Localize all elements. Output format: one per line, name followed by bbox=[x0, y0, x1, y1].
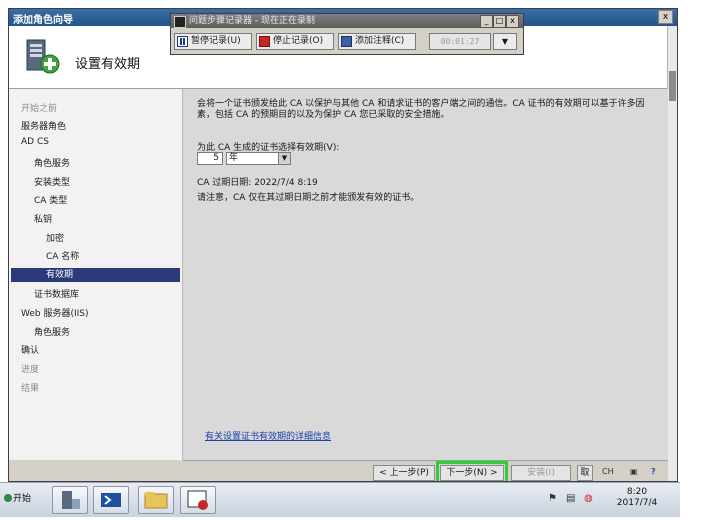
taskbar-powershell[interactable] bbox=[93, 486, 129, 514]
nav-item-ca-name[interactable]: CA 名称 bbox=[46, 249, 79, 262]
nav-item-progress: 进度 bbox=[21, 365, 40, 375]
minimize-icon[interactable]: _ bbox=[480, 15, 493, 28]
recorder-app-icon bbox=[174, 16, 186, 28]
wizard-steps-sidebar: 开始之前 服务器角色 AD CS 角色服务 安装类型 CA 类型 私钥 加密 C… bbox=[9, 89, 183, 460]
wizard-window-title: 添加角色向导 bbox=[13, 15, 73, 26]
stop-record-label: 停止记录(O) bbox=[273, 36, 324, 46]
nav-item-ca-type[interactable]: CA 类型 bbox=[34, 193, 67, 206]
scrollbar-thumb[interactable] bbox=[669, 71, 676, 101]
help-icon[interactable]: ? bbox=[651, 467, 656, 476]
nav-item-private-key[interactable]: 私钥 bbox=[34, 212, 52, 225]
expiry-note: 请注意，CA 仅在其过期日期之前才能颁发有效的证书。 bbox=[197, 193, 420, 203]
next-button[interactable]: 下一步(N) > bbox=[436, 461, 508, 481]
nav-item-role-services[interactable]: 角色服务 bbox=[34, 156, 70, 169]
recorder-menu-dropdown[interactable]: ▼ bbox=[493, 33, 517, 50]
recording-timer: 00:01:27 bbox=[429, 33, 491, 50]
taskbar-explorer[interactable] bbox=[138, 486, 174, 514]
nav-item-server-roles[interactable]: 服务器角色 bbox=[21, 119, 66, 132]
install-button: 安装(I) bbox=[511, 465, 571, 481]
server-role-icon bbox=[26, 39, 60, 74]
windows-logo-icon bbox=[4, 494, 12, 502]
folder-icon bbox=[144, 492, 168, 509]
validity-period-input[interactable]: 5 bbox=[197, 152, 223, 165]
vertical-scrollbar[interactable] bbox=[667, 26, 677, 481]
maximize-icon[interactable]: □ bbox=[493, 15, 506, 28]
pause-icon bbox=[177, 36, 188, 47]
stop-record-button[interactable]: 停止记录(O) bbox=[256, 33, 334, 50]
cancel-button[interactable]: 取消 bbox=[577, 465, 593, 481]
wizard-button-bar: < 上一步(P) 下一步(N) > 安装(I) 取消 CH ▣ ? bbox=[183, 460, 668, 481]
nav-item-results: 结果 bbox=[21, 384, 40, 394]
wizard-content-panel: 会将一个证书颁发给此 CA 以保护与其他 CA 和请求证书的客户端之间的通信。C… bbox=[183, 89, 668, 460]
nav-item-web-server-iis[interactable]: Web 服务器(IIS) bbox=[21, 306, 89, 319]
nav-item-setup-type[interactable]: 安装类型 bbox=[34, 175, 70, 188]
start-button[interactable]: 开始 bbox=[3, 488, 43, 510]
nav-item-cryptography[interactable]: 加密 bbox=[46, 231, 64, 244]
close-icon[interactable]: x bbox=[506, 15, 519, 28]
taskbar-server-manager[interactable] bbox=[52, 486, 88, 514]
taskbar: 开始 ⚑ ▤ ◍ 8:20 2017/7/4 bbox=[0, 482, 680, 517]
wizard-close-button[interactable]: x bbox=[658, 10, 673, 24]
flag-icon[interactable]: ⚑ bbox=[548, 493, 557, 504]
volume-muted-icon[interactable]: ◍ bbox=[584, 493, 593, 504]
ca-expiry-date: CA 过期日期: 2022/7/4 8:19 bbox=[197, 178, 318, 188]
system-tray: ⚑ ▤ ◍ 8:20 2017/7/4 bbox=[542, 486, 670, 514]
nav-item-confirmation[interactable]: 确认 bbox=[21, 343, 39, 356]
page-title: 设置有效期 bbox=[75, 57, 141, 72]
clock-date: 2017/7/4 bbox=[616, 498, 658, 508]
nav-item-validity-period[interactable]: 有效期 bbox=[11, 268, 180, 282]
nav-item-certificate-database[interactable]: 证书数据库 bbox=[34, 287, 79, 300]
nav-item-iis-role-services[interactable]: 角色服务 bbox=[34, 325, 70, 338]
nav-item-ad-cs[interactable]: AD CS bbox=[21, 137, 49, 147]
start-label: 开始 bbox=[13, 494, 32, 504]
add-roles-wizard-window: 添加角色向导 x 设置有效期 开始之前 服务器角色 AD CS 角色服务 安装类… bbox=[8, 8, 678, 482]
nav-item-before-you-begin[interactable]: 开始之前 bbox=[21, 101, 57, 114]
comment-icon bbox=[341, 36, 352, 47]
validity-help-link[interactable]: 有关设置证书有效期的详细信息 bbox=[205, 429, 331, 442]
recorder-title: 问题步骤记录器 - 现在正在录制 bbox=[189, 16, 315, 26]
add-comment-button[interactable]: 添加注释(C) bbox=[338, 33, 416, 50]
stop-icon bbox=[259, 36, 270, 47]
screen: 添加角色向导 x 设置有效期 开始之前 服务器角色 AD CS 角色服务 安装类… bbox=[0, 0, 703, 520]
problem-steps-recorder-window: 问题步骤记录器 - 现在正在录制 _ □ x 暂停记录(U) 停止记录(O) 添… bbox=[170, 13, 524, 55]
previous-button[interactable]: < 上一步(P) bbox=[373, 465, 435, 481]
validity-unit-select[interactable]: 年 ▼ bbox=[226, 152, 291, 165]
printer-icon[interactable]: ▣ bbox=[630, 467, 638, 476]
validity-description: 会将一个证书颁发给此 CA 以保护与其他 CA 和请求证书的客户端之间的通信。C… bbox=[197, 99, 645, 120]
taskbar-steps-recorder[interactable] bbox=[180, 486, 216, 514]
system-clock[interactable]: 8:20 2017/7/4 bbox=[612, 487, 662, 509]
pause-record-button[interactable]: 暂停记录(U) bbox=[174, 33, 252, 50]
powershell-icon bbox=[101, 493, 121, 507]
validity-unit-value: 年 bbox=[229, 153, 239, 163]
network-icon[interactable]: ▤ bbox=[566, 493, 575, 504]
server-manager-icon bbox=[62, 491, 80, 509]
pause-record-label: 暂停记录(U) bbox=[191, 36, 241, 46]
recorder-taskbar-icon bbox=[187, 490, 208, 510]
add-comment-label: 添加注释(C) bbox=[355, 36, 405, 46]
clock-time: 8:20 bbox=[626, 487, 648, 497]
chevron-down-icon[interactable]: ▼ bbox=[278, 153, 290, 164]
language-indicator[interactable]: CH bbox=[602, 467, 614, 476]
recorder-titlebar[interactable]: 问题步骤记录器 - 现在正在录制 _ □ x bbox=[171, 14, 523, 28]
